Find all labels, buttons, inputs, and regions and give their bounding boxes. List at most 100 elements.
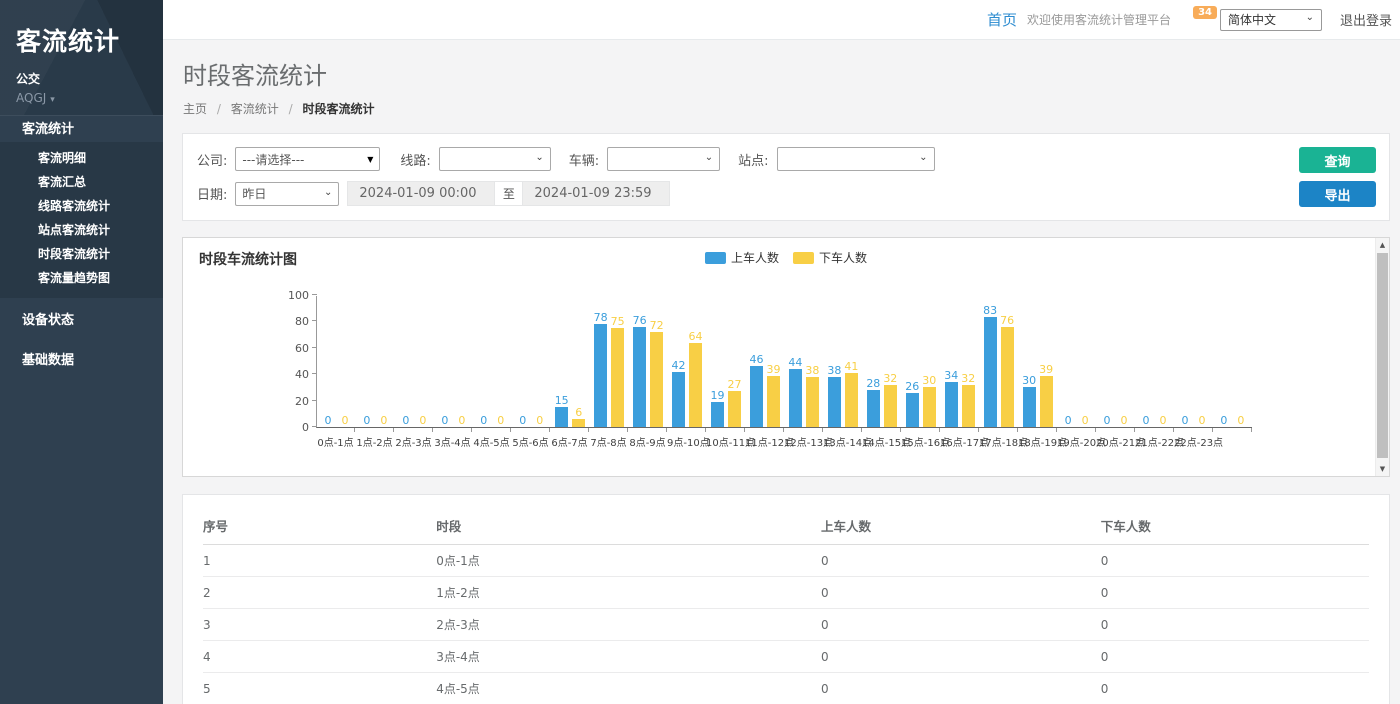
x-axis-tick (472, 428, 511, 432)
vehicle-select[interactable]: ⌄ (607, 147, 720, 171)
bar-group: 00 (1096, 296, 1135, 427)
x-axis-tick (901, 428, 940, 432)
bar-value-label: 0 (1159, 414, 1166, 427)
chart-header: 时段车流统计图 上车人数 下车人数 (183, 238, 1389, 272)
bar (689, 343, 702, 427)
sidebar-item-flow-detail[interactable]: 客流明细 (0, 146, 163, 170)
table-cell: 0 (1101, 641, 1369, 673)
bar (923, 387, 936, 427)
table-cell: 4 (203, 641, 436, 673)
y-axis-label: 20 (279, 395, 309, 408)
bar-column: 44 (789, 369, 802, 427)
bar-value-label: 30 (922, 374, 936, 387)
line-select[interactable]: ⌄ (439, 147, 551, 171)
x-axis-tick (433, 428, 472, 432)
date-preset-select[interactable]: 昨日 ⌄ (235, 182, 339, 206)
legend-item-alighting[interactable]: 下车人数 (793, 249, 867, 266)
bar-group: 4639 (745, 296, 784, 427)
language-select[interactable]: 简体中文 ⌄ (1220, 9, 1322, 31)
bar (555, 407, 568, 427)
sidebar-item-station-flow-stats[interactable]: 站点客流统计 (0, 218, 163, 242)
x-axis-label: 15点-16点 (901, 434, 940, 449)
company-select[interactable]: ---请选择--- ▼ (235, 147, 380, 171)
query-button[interactable]: 查询 (1299, 147, 1376, 173)
line-label: 线路: (400, 150, 430, 169)
scroll-down-arrow-icon[interactable]: ▼ (1376, 462, 1389, 476)
bar-value-label: 0 (1121, 414, 1128, 427)
sidebar-item-line-flow-stats[interactable]: 线路客流统计 (0, 194, 163, 218)
bar-group: 00 (1174, 296, 1213, 427)
scrollbar-thumb[interactable] (1377, 253, 1388, 458)
logout-link[interactable]: 退出登录 (1340, 10, 1392, 29)
sidebar-item-passenger-flow-stats[interactable]: 客流统计 (0, 115, 163, 142)
filter-panel: 公司: ---请选择--- ▼ 线路: ⌄ 车辆: ⌄ 站点: ⌄ 日期: (182, 133, 1390, 221)
y-axis-tick (312, 294, 317, 295)
x-axis-tick (589, 428, 628, 432)
table-cell: 1 (203, 545, 436, 577)
bar-group: 00 (356, 296, 395, 427)
chart-body: 0000000000001567875767242641927463944383… (316, 296, 1252, 449)
table-cell: 3点-4点 (436, 641, 821, 673)
sidebar-item-basic-data[interactable]: 基础数据 (0, 344, 163, 378)
export-button[interactable]: 导出 (1299, 181, 1376, 207)
x-axis-label: 3点-4点 (433, 434, 472, 449)
bar-column: 76 (633, 327, 646, 427)
bar-value-label: 0 (480, 414, 487, 427)
bar (806, 377, 819, 427)
sidebar-submenu: 客流明细 客流汇总 线路客流统计 站点客流统计 时段客流统计 客流量趋势图 (0, 142, 163, 298)
date-to-input[interactable]: 2024-01-09 23:59 (522, 181, 670, 206)
bar-value-label: 0 (341, 414, 348, 427)
breadcrumb-flow-stats[interactable]: 客流统计 (231, 102, 279, 116)
x-axis-label: 10点-11点 (706, 434, 745, 449)
station-select[interactable]: ⌄ (777, 147, 935, 171)
main-area: 首页 欢迎使用客流统计管理平台 34 简体中文 ⌄ 退出登录 时段客流统计 主页… (163, 0, 1400, 704)
x-axis-tick (1057, 428, 1096, 432)
legend-item-boarding[interactable]: 上车人数 (705, 249, 779, 266)
bar-value-label: 42 (672, 359, 686, 372)
page-title: 时段客流统计 (183, 56, 1380, 91)
sidebar-item-flow-trend-chart[interactable]: 客流量趋势图 (0, 266, 163, 290)
bar-value-label: 39 (766, 363, 780, 376)
bar-group: 00 (512, 296, 551, 427)
col-header-alighting: 下车人数 (1101, 507, 1369, 545)
legend-swatch-blue (705, 252, 726, 264)
bar (884, 385, 897, 427)
chevron-down-icon: ⌄ (705, 152, 713, 163)
bar-value-label: 19 (711, 389, 725, 402)
x-axis-tick (316, 428, 355, 432)
bar (1023, 387, 1036, 427)
x-axis-tick (979, 428, 1018, 432)
col-header-index: 序号 (203, 507, 436, 545)
sidebar-item-flow-summary[interactable]: 客流汇总 (0, 170, 163, 194)
breadcrumb-current: 时段客流统计 (302, 102, 374, 116)
bar-group: 7672 (629, 296, 668, 427)
bar (672, 372, 685, 427)
x-axis-label: 9点-10点 (667, 434, 706, 449)
breadcrumb-home[interactable]: 主页 (183, 102, 207, 116)
x-axis-label: 22点-23点 (1174, 434, 1213, 449)
table-cell: 3 (203, 609, 436, 641)
bar-value-label: 0 (1065, 414, 1072, 427)
home-link[interactable]: 首页 (987, 9, 1017, 30)
bar-value-label: 27 (728, 378, 742, 391)
topbar: 首页 欢迎使用客流统计管理平台 34 简体中文 ⌄ 退出登录 (163, 0, 1400, 40)
sidebar-item-device-status[interactable]: 设备状态 (0, 304, 163, 338)
bar-value-label: 76 (633, 314, 647, 327)
bar (767, 376, 780, 427)
bar (828, 377, 841, 427)
bar-column: 64 (689, 343, 702, 427)
scroll-up-arrow-icon[interactable]: ▲ (1376, 238, 1389, 252)
bar-column: 34 (945, 382, 958, 427)
table-cell: 2 (203, 577, 436, 609)
brand-block: 客流统计 公交 AQGJ▾ (0, 0, 163, 115)
bar (572, 419, 585, 427)
sidebar-item-time-period-flow-stats[interactable]: 时段客流统计 (0, 242, 163, 266)
table-cell: 0 (821, 673, 1101, 704)
bar-column: 19 (711, 402, 724, 427)
table-cell: 0 (1101, 545, 1369, 577)
x-axis-label: 8点-9点 (628, 434, 667, 449)
user-menu[interactable]: AQGJ▾ (16, 91, 147, 105)
date-from-input[interactable]: 2024-01-09 00:00 (347, 181, 495, 206)
chart-scrollbar[interactable]: ▲ ▼ (1375, 238, 1389, 476)
legend-swatch-yellow (793, 252, 814, 264)
